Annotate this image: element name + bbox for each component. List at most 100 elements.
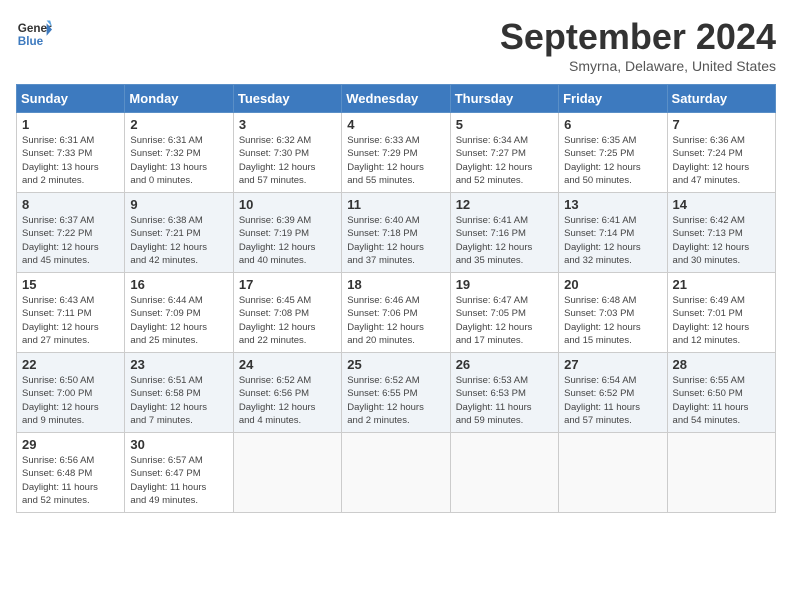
calendar-cell: 23Sunrise: 6:51 AM Sunset: 6:58 PM Dayli… bbox=[125, 353, 233, 433]
day-info: Sunrise: 6:32 AM Sunset: 7:30 PM Dayligh… bbox=[239, 134, 336, 187]
column-header-friday: Friday bbox=[559, 85, 667, 113]
day-number: 19 bbox=[456, 277, 553, 292]
day-info: Sunrise: 6:35 AM Sunset: 7:25 PM Dayligh… bbox=[564, 134, 661, 187]
calendar-cell bbox=[559, 433, 667, 513]
calendar-cell: 7 Sunrise: 6:36 AM Sunset: 7:24 PM Daylig… bbox=[667, 113, 775, 193]
day-info: Sunrise: 6:53 AM Sunset: 6:53 PM Dayligh… bbox=[456, 374, 553, 427]
calendar-cell: 27 Sunrise: 6:54 AM Sunset: 6:52 PM Dayli… bbox=[559, 353, 667, 433]
day-number: 14 bbox=[673, 197, 770, 212]
calendar-week-2: 8 Sunrise: 6:37 AM Sunset: 7:22 PM Daylig… bbox=[17, 193, 776, 273]
day-number: 5 bbox=[456, 117, 553, 132]
day-info: Sunrise: 6:31 AM Sunset: 7:32 PM Dayligh… bbox=[130, 134, 227, 187]
calendar-cell: 12 Sunrise: 6:41 AM Sunset: 7:16 PM Dayli… bbox=[450, 193, 558, 273]
calendar-cell: 25Sunrise: 6:52 AM Sunset: 6:55 PM Dayli… bbox=[342, 353, 450, 433]
calendar-cell: 17 Sunrise: 6:45 AM Sunset: 7:08 PM Dayli… bbox=[233, 273, 341, 353]
day-info: Sunrise: 6:34 AM Sunset: 7:27 PM Dayligh… bbox=[456, 134, 553, 187]
column-header-sunday: Sunday bbox=[17, 85, 125, 113]
column-header-thursday: Thursday bbox=[450, 85, 558, 113]
day-number: 6 bbox=[564, 117, 661, 132]
calendar-cell: 11 Sunrise: 6:40 AM Sunset: 7:18 PM Dayli… bbox=[342, 193, 450, 273]
day-number: 16 bbox=[130, 277, 227, 292]
day-number: 21 bbox=[673, 277, 770, 292]
calendar-cell: 19 Sunrise: 6:47 AM Sunset: 7:05 PM Dayli… bbox=[450, 273, 558, 353]
location-subtitle: Smyrna, Delaware, United States bbox=[500, 58, 776, 74]
day-info: Sunrise: 6:37 AM Sunset: 7:22 PM Dayligh… bbox=[22, 214, 119, 267]
day-info: Sunrise: 6:57 AM Sunset: 6:47 PM Dayligh… bbox=[130, 454, 227, 507]
day-info: Sunrise: 6:48 AM Sunset: 7:03 PM Dayligh… bbox=[564, 294, 661, 347]
svg-text:Blue: Blue bbox=[18, 35, 44, 48]
day-number: 15 bbox=[22, 277, 119, 292]
day-info: Sunrise: 6:43 AM Sunset: 7:11 PM Dayligh… bbox=[22, 294, 119, 347]
calendar-cell: 30 Sunrise: 6:57 AM Sunset: 6:47 PM Dayli… bbox=[125, 433, 233, 513]
calendar-cell: 9 Sunrise: 6:38 AM Sunset: 7:21 PM Daylig… bbox=[125, 193, 233, 273]
day-number: 27 bbox=[564, 357, 661, 372]
day-info: Sunrise: 6:52 AM Sunset: 6:56 PM Dayligh… bbox=[239, 374, 336, 427]
column-header-saturday: Saturday bbox=[667, 85, 775, 113]
day-info: Sunrise: 6:49 AM Sunset: 7:01 PM Dayligh… bbox=[673, 294, 770, 347]
day-number: 13 bbox=[564, 197, 661, 212]
day-info: Sunrise: 6:40 AM Sunset: 7:18 PM Dayligh… bbox=[347, 214, 444, 267]
calendar-week-1: 1Sunrise: 6:31 AM Sunset: 7:33 PM Daylig… bbox=[17, 113, 776, 193]
day-info: Sunrise: 6:44 AM Sunset: 7:09 PM Dayligh… bbox=[130, 294, 227, 347]
day-number: 4 bbox=[347, 117, 444, 132]
title-block: September 2024 Smyrna, Delaware, United … bbox=[500, 16, 776, 74]
calendar-cell: 5 Sunrise: 6:34 AM Sunset: 7:27 PM Daylig… bbox=[450, 113, 558, 193]
calendar-cell: 13 Sunrise: 6:41 AM Sunset: 7:14 PM Dayli… bbox=[559, 193, 667, 273]
day-info: Sunrise: 6:45 AM Sunset: 7:08 PM Dayligh… bbox=[239, 294, 336, 347]
day-info: Sunrise: 6:41 AM Sunset: 7:14 PM Dayligh… bbox=[564, 214, 661, 267]
day-info: Sunrise: 6:46 AM Sunset: 7:06 PM Dayligh… bbox=[347, 294, 444, 347]
calendar-cell: 1Sunrise: 6:31 AM Sunset: 7:33 PM Daylig… bbox=[17, 113, 125, 193]
day-number: 3 bbox=[239, 117, 336, 132]
day-number: 25 bbox=[347, 357, 444, 372]
month-year-title: September 2024 bbox=[500, 16, 776, 58]
day-number: 12 bbox=[456, 197, 553, 212]
day-number: 7 bbox=[673, 117, 770, 132]
day-number: 20 bbox=[564, 277, 661, 292]
column-header-monday: Monday bbox=[125, 85, 233, 113]
day-info: Sunrise: 6:50 AM Sunset: 7:00 PM Dayligh… bbox=[22, 374, 119, 427]
day-info: Sunrise: 6:56 AM Sunset: 6:48 PM Dayligh… bbox=[22, 454, 119, 507]
day-number: 28 bbox=[673, 357, 770, 372]
day-info: Sunrise: 6:41 AM Sunset: 7:16 PM Dayligh… bbox=[456, 214, 553, 267]
calendar-cell: 15 Sunrise: 6:43 AM Sunset: 7:11 PM Dayli… bbox=[17, 273, 125, 353]
day-info: Sunrise: 6:47 AM Sunset: 7:05 PM Dayligh… bbox=[456, 294, 553, 347]
day-number: 9 bbox=[130, 197, 227, 212]
calendar-cell: 6 Sunrise: 6:35 AM Sunset: 7:25 PM Daylig… bbox=[559, 113, 667, 193]
day-number: 18 bbox=[347, 277, 444, 292]
calendar-table: SundayMondayTuesdayWednesdayThursdayFrid… bbox=[16, 84, 776, 513]
day-number: 30 bbox=[130, 437, 227, 452]
day-info: Sunrise: 6:51 AM Sunset: 6:58 PM Dayligh… bbox=[130, 374, 227, 427]
calendar-cell: 16 Sunrise: 6:44 AM Sunset: 7:09 PM Dayli… bbox=[125, 273, 233, 353]
calendar-cell: 14Sunrise: 6:42 AM Sunset: 7:13 PM Dayli… bbox=[667, 193, 775, 273]
day-number: 24 bbox=[239, 357, 336, 372]
column-header-wednesday: Wednesday bbox=[342, 85, 450, 113]
calendar-cell bbox=[450, 433, 558, 513]
day-number: 11 bbox=[347, 197, 444, 212]
day-number: 10 bbox=[239, 197, 336, 212]
day-info: Sunrise: 6:55 AM Sunset: 6:50 PM Dayligh… bbox=[673, 374, 770, 427]
calendar-cell: 2 Sunrise: 6:31 AM Sunset: 7:32 PM Daylig… bbox=[125, 113, 233, 193]
day-number: 26 bbox=[456, 357, 553, 372]
day-number: 2 bbox=[130, 117, 227, 132]
calendar-cell bbox=[667, 433, 775, 513]
header: General Blue September 2024 Smyrna, Dela… bbox=[16, 16, 776, 74]
day-info: Sunrise: 6:33 AM Sunset: 7:29 PM Dayligh… bbox=[347, 134, 444, 187]
logo: General Blue bbox=[16, 16, 52, 52]
column-header-tuesday: Tuesday bbox=[233, 85, 341, 113]
day-info: Sunrise: 6:38 AM Sunset: 7:21 PM Dayligh… bbox=[130, 214, 227, 267]
day-number: 8 bbox=[22, 197, 119, 212]
calendar-cell: 26 Sunrise: 6:53 AM Sunset: 6:53 PM Dayli… bbox=[450, 353, 558, 433]
calendar-cell: 28 Sunrise: 6:55 AM Sunset: 6:50 PM Dayli… bbox=[667, 353, 775, 433]
day-info: Sunrise: 6:39 AM Sunset: 7:19 PM Dayligh… bbox=[239, 214, 336, 267]
day-number: 17 bbox=[239, 277, 336, 292]
day-info: Sunrise: 6:54 AM Sunset: 6:52 PM Dayligh… bbox=[564, 374, 661, 427]
calendar-cell: 10 Sunrise: 6:39 AM Sunset: 7:19 PM Dayli… bbox=[233, 193, 341, 273]
day-number: 22 bbox=[22, 357, 119, 372]
calendar-cell: 4 Sunrise: 6:33 AM Sunset: 7:29 PM Daylig… bbox=[342, 113, 450, 193]
calendar-cell: 20 Sunrise: 6:48 AM Sunset: 7:03 PM Dayli… bbox=[559, 273, 667, 353]
calendar-cell bbox=[233, 433, 341, 513]
calendar-cell: 21 Sunrise: 6:49 AM Sunset: 7:01 PM Dayli… bbox=[667, 273, 775, 353]
calendar-cell: 29 Sunrise: 6:56 AM Sunset: 6:48 PM Dayli… bbox=[17, 433, 125, 513]
day-number: 29 bbox=[22, 437, 119, 452]
day-info: Sunrise: 6:36 AM Sunset: 7:24 PM Dayligh… bbox=[673, 134, 770, 187]
